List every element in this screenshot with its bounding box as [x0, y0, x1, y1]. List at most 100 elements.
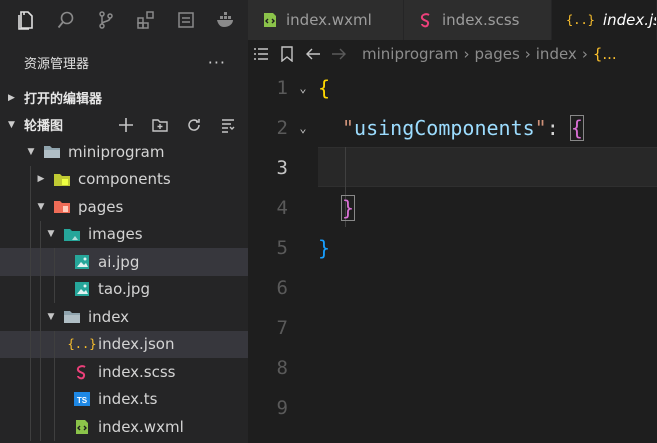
tab-index-json[interactable]: {..} index.json	[552, 0, 657, 40]
tree-file-index-scss[interactable]: index.scss	[0, 358, 248, 386]
scss-icon	[418, 12, 434, 28]
folder-images-icon	[62, 225, 82, 243]
image-file-icon	[72, 253, 92, 271]
code-editor[interactable]: 1 ⌄ { 2 ⌄ "usingComponents": { 3 4 } 5 }…	[248, 68, 657, 443]
search-icon[interactable]	[46, 0, 86, 40]
code-line-1[interactable]: 1 ⌄ {	[248, 68, 657, 108]
chevron-right-icon: ▶	[8, 92, 15, 103]
line-number: 4	[276, 197, 288, 219]
line-number: 5	[276, 237, 288, 259]
tree-folder-miniprogram[interactable]: ▼ miniprogram	[0, 138, 248, 166]
explorer-icon[interactable]	[6, 0, 46, 40]
code-token-key: usingComponents	[354, 116, 535, 140]
code-line-3[interactable]: 3	[248, 148, 657, 188]
chevron-down-icon: ▼	[27, 146, 35, 157]
chevron-right-icon: ›	[581, 45, 588, 63]
code-line-5[interactable]: 5 }	[248, 228, 657, 268]
source-control-icon[interactable]	[86, 0, 126, 40]
project-label: 轮播图	[24, 119, 64, 134]
json-icon: {..}	[566, 13, 595, 27]
line-number: 9	[276, 397, 288, 419]
open-editors-label: 打开的编辑器	[24, 92, 103, 107]
breadcrumb-miniprogram[interactable]: miniprogram	[362, 45, 458, 63]
tree-item-label: pages	[78, 197, 124, 216]
explorer-header: 资源管理器 ···	[0, 40, 248, 84]
more-actions-button[interactable]: ···	[208, 53, 226, 72]
tree-item-label: index.wxml	[98, 417, 184, 436]
line-number: 1	[276, 77, 288, 99]
json-file-icon: {..}	[67, 337, 97, 352]
collapse-all-icon[interactable]	[216, 113, 240, 137]
chevron-down-icon: ▼	[47, 229, 55, 240]
tab-index-scss[interactable]: index.scss	[404, 0, 552, 40]
tree-file-ai-jpg[interactable]: ai.jpg	[0, 248, 248, 276]
chevron-down-icon: ▼	[8, 119, 15, 130]
code-line-8[interactable]: 8	[248, 348, 657, 388]
line-number: 2	[276, 117, 288, 139]
new-file-icon[interactable]	[114, 113, 138, 137]
code-token-brace: {	[569, 115, 584, 141]
scss-file-icon	[72, 363, 92, 381]
tree-item-label: index.scss	[98, 362, 176, 381]
editor-tabs: index.wxml index.scss {..} index.json	[248, 0, 657, 40]
folder-open-icon	[42, 143, 62, 161]
code-line-9[interactable]: 9	[248, 388, 657, 428]
project-section[interactable]: ▼ 轮播图	[0, 111, 248, 138]
open-editors-section[interactable]: ▶ 打开的编辑器	[0, 84, 248, 111]
file-tree: ▼ miniprogram ▶ components ▼ pages ▼ ima…	[0, 138, 248, 441]
folder-pages-icon	[52, 198, 72, 216]
tab-label: index.wxml	[286, 11, 372, 29]
svg-text:TS: TS	[77, 396, 88, 405]
tree-file-index-wxml[interactable]: index.wxml	[0, 413, 248, 441]
fold-chevron-icon[interactable]: ⌄	[288, 121, 318, 135]
chevron-right-icon: ›	[463, 45, 470, 63]
line-number: 3	[276, 157, 288, 179]
explorer-sidebar: 资源管理器 ··· ▶ 打开的编辑器 ▼ 轮播图 ▼ miniprogram ▶…	[0, 40, 248, 443]
code-token-quote: "	[534, 116, 547, 140]
extensions-icon[interactable]	[126, 0, 166, 40]
tree-item-label: tao.jpg	[98, 280, 150, 299]
code-line-2[interactable]: 2 ⌄ "usingComponents": {	[248, 108, 657, 148]
bookmark-icon[interactable]	[274, 46, 300, 62]
code-line-4[interactable]: 4 }	[248, 188, 657, 228]
breadcrumb-pages[interactable]: pages	[474, 45, 519, 63]
tree-file-tao-jpg[interactable]: tao.jpg	[0, 275, 248, 303]
code-line-6[interactable]: 6	[248, 268, 657, 308]
chevron-right-icon: ▶	[37, 174, 45, 185]
chevron-down-icon: ▼	[47, 311, 55, 322]
line-number: 6	[276, 277, 288, 299]
tab-index-wxml[interactable]: index.wxml	[248, 0, 404, 40]
chevron-down-icon: ▼	[37, 201, 45, 212]
breadcrumb: miniprogram › pages › index › {...	[248, 40, 657, 68]
breadcrumb-json-symbol[interactable]: {...	[593, 45, 617, 63]
fold-chevron-icon[interactable]: ⌄	[288, 81, 318, 95]
tree-file-index-json[interactable]: {..} index.json	[0, 330, 248, 358]
list-icon[interactable]	[248, 47, 274, 61]
tree-folder-images[interactable]: ▼ images	[0, 220, 248, 248]
activity-bar	[0, 0, 248, 40]
tree-item-label: miniprogram	[68, 142, 165, 161]
arrow-left-icon[interactable]	[300, 47, 326, 61]
code-token-quote: "	[342, 116, 355, 140]
debug-icon[interactable]	[166, 0, 206, 40]
code-line-7[interactable]: 7	[248, 308, 657, 348]
refresh-icon[interactable]	[182, 113, 206, 137]
tree-item-label: components	[78, 170, 171, 189]
tree-folder-pages[interactable]: ▼ pages	[0, 193, 248, 221]
tree-item-label: index.ts	[98, 390, 158, 409]
tree-folder-index[interactable]: ▼ index	[0, 303, 248, 331]
breadcrumb-index[interactable]: index	[536, 45, 577, 63]
tree-file-index-ts[interactable]: TS index.ts	[0, 385, 248, 413]
folder-open-icon	[62, 308, 82, 326]
code-token-colon: :	[546, 116, 571, 140]
code-token-brace: }	[318, 236, 331, 260]
explorer-title: 资源管理器	[24, 56, 90, 72]
ts-file-icon: TS	[72, 390, 92, 408]
tab-label: index.json	[602, 11, 656, 29]
wxml-file-icon	[72, 418, 92, 436]
tab-label: index.scss	[442, 11, 520, 29]
new-folder-icon[interactable]	[148, 113, 172, 137]
tree-folder-components[interactable]: ▶ components	[0, 165, 248, 193]
arrow-right-icon[interactable]	[326, 47, 352, 61]
docker-icon[interactable]	[206, 0, 246, 40]
